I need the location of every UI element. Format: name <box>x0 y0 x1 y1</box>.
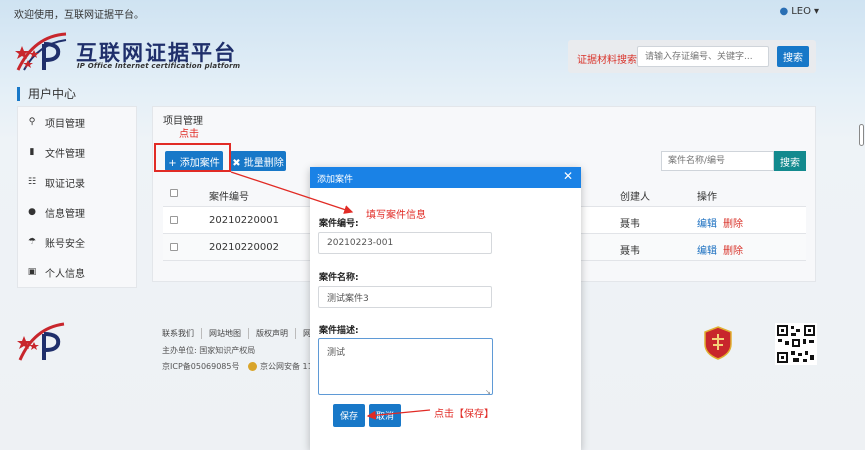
case-search-input[interactable] <box>661 151 774 171</box>
header-case-no: 案件编号 <box>209 192 249 203</box>
modal-title: 添加案件 <box>317 175 354 185</box>
save-button[interactable]: 保存 <box>333 404 365 427</box>
user-name: LEO <box>791 6 811 17</box>
case-id: 20210220002 <box>209 242 279 253</box>
cancel-button[interactable]: 取消 <box>369 404 401 427</box>
annotation-highlight-box <box>154 143 231 172</box>
footer-link-sitemap[interactable]: 网站地图 <box>202 328 249 339</box>
sidebar: ⚲ 项目管理 ▮ 文件管理 ☷ 取证记录 ● 信息管理 ☂ 账号安全 ▣ 个人信… <box>17 106 137 288</box>
case-id: 20210220001 <box>209 215 279 226</box>
case-creator: 聂韦 <box>620 219 640 230</box>
annotation-click-save: 点击【保存】 <box>434 409 494 420</box>
sidebar-item-label: 文件管理 <box>45 148 85 160</box>
footer-organizer: 主办单位: 国家知识产权局 <box>162 346 256 355</box>
police-badge-icon <box>248 362 257 371</box>
user-menu[interactable]: ● LEO ▾ <box>779 6 819 17</box>
header-creator: 创建人 <box>620 192 650 203</box>
row-checkbox[interactable] <box>170 216 178 224</box>
header-search-input[interactable] <box>637 46 769 67</box>
case-no-input[interactable] <box>318 232 492 254</box>
brand-subtitle: IP Office Internet certification platfor… <box>77 62 241 70</box>
umbrella-icon: ☂ <box>27 237 37 247</box>
case-name-label: 案件名称: <box>319 273 359 283</box>
chat-icon: ● <box>28 207 36 217</box>
user-center-title: 用户中心 <box>17 87 76 101</box>
share-icon: ⚲ <box>28 117 36 127</box>
sidebar-item-files[interactable]: ▮ 文件管理 <box>18 137 136 167</box>
caret-down-icon: ▾ <box>813 6 819 17</box>
user-icon: ● <box>779 6 789 17</box>
header-actions: 操作 <box>697 192 717 203</box>
sidebar-item-project[interactable]: ⚲ 项目管理 <box>18 107 136 137</box>
delete-link[interactable]: 删除 <box>723 246 743 257</box>
case-desc-label: 案件描述: <box>319 326 359 336</box>
platform-logo <box>15 32 67 71</box>
annotation-fill-info: 填写案件信息 <box>366 210 426 221</box>
annotation-click: 点击 <box>179 129 199 140</box>
resize-grip-icon[interactable]: ↘ <box>485 388 491 396</box>
footer-link-copyright[interactable]: 版权声明 <box>249 328 296 339</box>
gov-badge-icon[interactable] <box>703 326 733 360</box>
qr-code-icon <box>775 323 817 365</box>
footer-logo <box>17 322 65 361</box>
sidebar-item-security[interactable]: ☂ 账号安全 <box>18 227 136 257</box>
select-all-checkbox[interactable] <box>170 189 178 197</box>
sidebar-item-profile[interactable]: ▣ 个人信息 <box>18 257 136 287</box>
case-desc-textarea[interactable]: 测试 <box>318 338 493 395</box>
case-search-button[interactable]: 搜索 <box>774 151 806 171</box>
footer-link-contact[interactable]: 联系我们 <box>162 328 202 339</box>
case-creator: 聂韦 <box>620 246 640 257</box>
edit-link[interactable]: 编辑 <box>697 246 717 257</box>
sidebar-item-info[interactable]: ● 信息管理 <box>18 197 136 227</box>
file-icon: ▮ <box>29 147 35 157</box>
database-icon: ☷ <box>27 177 37 187</box>
case-no-label: 案件编号: <box>319 219 359 229</box>
batch-delete-button[interactable]: ✖ 批量删除 <box>230 151 286 171</box>
scrollbar-handle[interactable] <box>859 124 864 146</box>
delete-link[interactable]: 删除 <box>723 219 743 230</box>
footer-police-record[interactable]: 京公网安备 11 <box>248 361 313 372</box>
header-search-button[interactable]: 搜索 <box>777 46 809 67</box>
row-checkbox[interactable] <box>170 243 178 251</box>
sidebar-item-records[interactable]: ☷ 取证记录 <box>18 167 136 197</box>
case-name-input[interactable] <box>318 286 492 308</box>
edit-link[interactable]: 编辑 <box>697 219 717 230</box>
footer-icp[interactable]: 京ICP备05069085号 <box>162 361 240 372</box>
id-card-icon: ▣ <box>27 267 37 277</box>
sidebar-item-label: 取证记录 <box>45 178 85 190</box>
sidebar-item-label: 项目管理 <box>45 118 85 130</box>
sidebar-item-label: 信息管理 <box>45 208 85 220</box>
sidebar-item-label: 账号安全 <box>45 238 85 250</box>
sidebar-item-label: 个人信息 <box>45 268 85 280</box>
header-search-label: 证据材料搜索: <box>577 55 641 66</box>
welcome-text: 欢迎使用，互联网证据平台。 <box>14 10 144 21</box>
close-icon[interactable]: ✕ <box>563 169 573 183</box>
